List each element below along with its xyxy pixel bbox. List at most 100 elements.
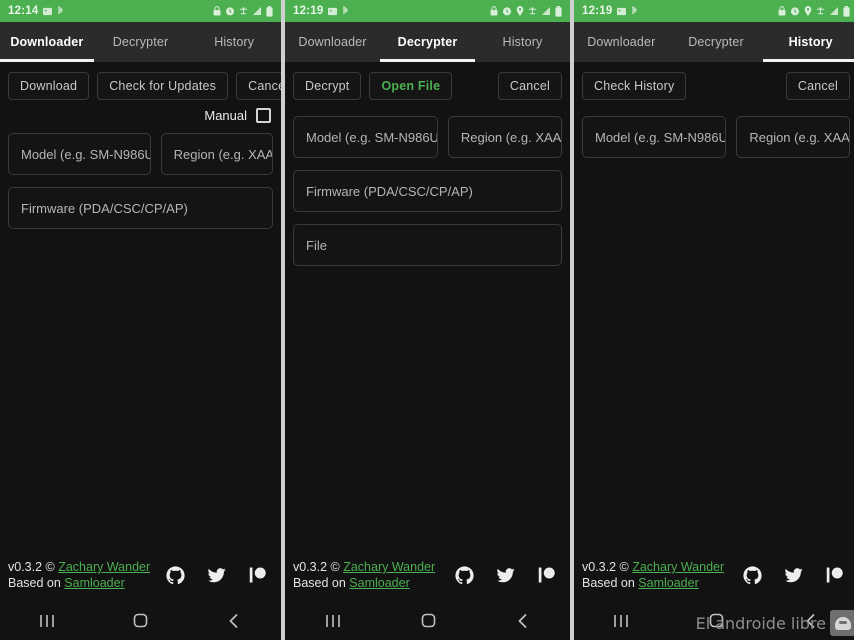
based-on-text: Based on (582, 576, 639, 590)
samloader-link[interactable]: Samloader (349, 576, 409, 590)
phone-panel-decrypter: 12:19 Downloader Decrypter History Decry… (285, 0, 570, 640)
credits: v0.3.2 © Zachary Wander Based on Samload… (293, 560, 435, 590)
back-icon[interactable] (801, 612, 821, 630)
status-bar-left: 12:19 (293, 5, 349, 17)
status-bar-right (490, 5, 562, 17)
tab-bar: Downloader Decrypter History (0, 22, 281, 62)
three-phone-screenshot-composite: 12:14 Downloader Decrypter History Downl… (0, 0, 854, 640)
author-link[interactable]: Zachary Wander (58, 560, 150, 574)
based-on-line: Based on Samloader (582, 576, 724, 590)
model-input[interactable]: Model (e.g. SM-N986U1) (293, 116, 438, 158)
recents-icon[interactable] (37, 612, 57, 630)
cancel-button[interactable]: Cancel (497, 72, 562, 100)
location-icon (804, 6, 812, 16)
panel-body: Check History Cancel Model (e.g. SM-N986… (574, 62, 854, 556)
home-icon[interactable] (706, 612, 726, 630)
tab-history[interactable]: History (475, 22, 570, 62)
bluetooth-icon (57, 6, 64, 16)
lock-icon (490, 6, 498, 16)
version-text: v0.3.2 © (293, 560, 344, 574)
status-clock: 12:19 (293, 5, 324, 17)
recents-icon[interactable] (611, 612, 631, 630)
image-icon (617, 7, 627, 16)
back-icon[interactable] (513, 612, 533, 630)
back-icon[interactable] (224, 612, 244, 630)
lock-icon (778, 6, 786, 16)
tab-decrypter[interactable]: Decrypter (380, 22, 475, 62)
patreon-icon[interactable] (249, 566, 267, 584)
patreon-icon[interactable] (538, 566, 556, 584)
home-icon[interactable] (418, 612, 438, 630)
twitter-icon[interactable] (784, 566, 804, 585)
samloader-link[interactable]: Samloader (64, 576, 124, 590)
author-link[interactable]: Zachary Wander (632, 560, 724, 574)
samloader-link[interactable]: Samloader (638, 576, 698, 590)
signal-icon (541, 6, 551, 16)
model-input[interactable]: Model (e.g. SM-N986U1) (582, 116, 727, 158)
manual-label: Manual (204, 108, 247, 123)
manual-toggle-row: Manual (8, 102, 273, 127)
home-icon[interactable] (130, 612, 150, 630)
recents-icon[interactable] (323, 612, 343, 630)
tab-label: Downloader (587, 35, 656, 49)
status-bar-left: 12:14 (8, 5, 64, 17)
vpn-icon (528, 6, 537, 16)
status-bar: 12:14 (0, 0, 281, 22)
bluetooth-icon (342, 6, 349, 16)
check-for-updates-button[interactable]: Check for Updates (97, 72, 229, 100)
tab-bar: Downloader Decrypter History (285, 22, 570, 62)
tab-label: Decrypter (112, 35, 169, 49)
region-input[interactable]: Region (e.g. XAA) (736, 116, 850, 158)
battery-icon (266, 5, 273, 17)
check-history-button[interactable]: Check History (582, 72, 687, 100)
vpn-icon (239, 6, 248, 16)
github-icon[interactable] (743, 565, 762, 585)
region-input[interactable]: Region (e.g. XAA) (160, 133, 273, 175)
decrypt-button[interactable]: Decrypt (293, 72, 362, 100)
github-icon[interactable] (166, 565, 185, 585)
location-icon (516, 6, 524, 16)
open-file-button[interactable]: Open File (369, 72, 453, 100)
cancel-button[interactable]: Cancel (785, 72, 850, 100)
tab-downloader[interactable]: Downloader (574, 22, 669, 62)
manual-checkbox[interactable] (256, 108, 271, 123)
download-button[interactable]: Download (8, 72, 90, 100)
tab-downloader[interactable]: Downloader (285, 22, 380, 62)
github-icon[interactable] (455, 565, 474, 585)
based-on-line: Based on Samloader (293, 576, 435, 590)
patreon-icon[interactable] (826, 566, 844, 584)
author-link[interactable]: Zachary Wander (343, 560, 435, 574)
firmware-input[interactable]: Firmware (PDA/CSC/CP/AP) (8, 187, 273, 229)
cancel-button[interactable]: Cancel (236, 72, 281, 100)
active-tab-indicator (0, 59, 94, 62)
file-input[interactable]: File (293, 224, 562, 266)
action-button-row: Decrypt Open File Cancel (293, 62, 562, 102)
model-region-row: Model (e.g. SM-N986U1) Region (e.g. XAA) (8, 127, 273, 175)
status-bar-right (213, 5, 273, 17)
region-input[interactable]: Region (e.g. XAA) (447, 116, 562, 158)
model-input[interactable]: Model (e.g. SM-N986U1) (8, 133, 151, 175)
tab-decrypter[interactable]: Decrypter (94, 22, 188, 62)
model-region-row: Model (e.g. SM-N986U1) Region (e.g. XAA) (582, 102, 850, 158)
image-icon (328, 7, 338, 16)
phone-panel-downloader: 12:14 Downloader Decrypter History Downl… (0, 0, 281, 640)
tab-label: History (214, 35, 255, 49)
phone-panel-history: 12:19 Downloader Decrypter History Check… (574, 0, 854, 640)
bluetooth-icon (631, 6, 638, 16)
model-region-row: Model (e.g. SM-N986U1) Region (e.g. XAA) (293, 102, 562, 158)
tab-history[interactable]: History (763, 22, 854, 62)
tab-history[interactable]: History (187, 22, 281, 62)
alarm-icon (225, 6, 235, 16)
footer: v0.3.2 © Zachary Wander Based on Samload… (0, 556, 281, 602)
firmware-input[interactable]: Firmware (PDA/CSC/CP/AP) (293, 170, 562, 212)
twitter-icon[interactable] (207, 566, 227, 585)
tab-decrypter[interactable]: Decrypter (669, 22, 764, 62)
status-bar: 12:19 (574, 0, 854, 22)
panel-body: Decrypt Open File Cancel Model (e.g. SM-… (285, 62, 570, 556)
social-links (743, 565, 850, 585)
twitter-icon[interactable] (496, 566, 516, 585)
tab-downloader[interactable]: Downloader (0, 22, 94, 62)
